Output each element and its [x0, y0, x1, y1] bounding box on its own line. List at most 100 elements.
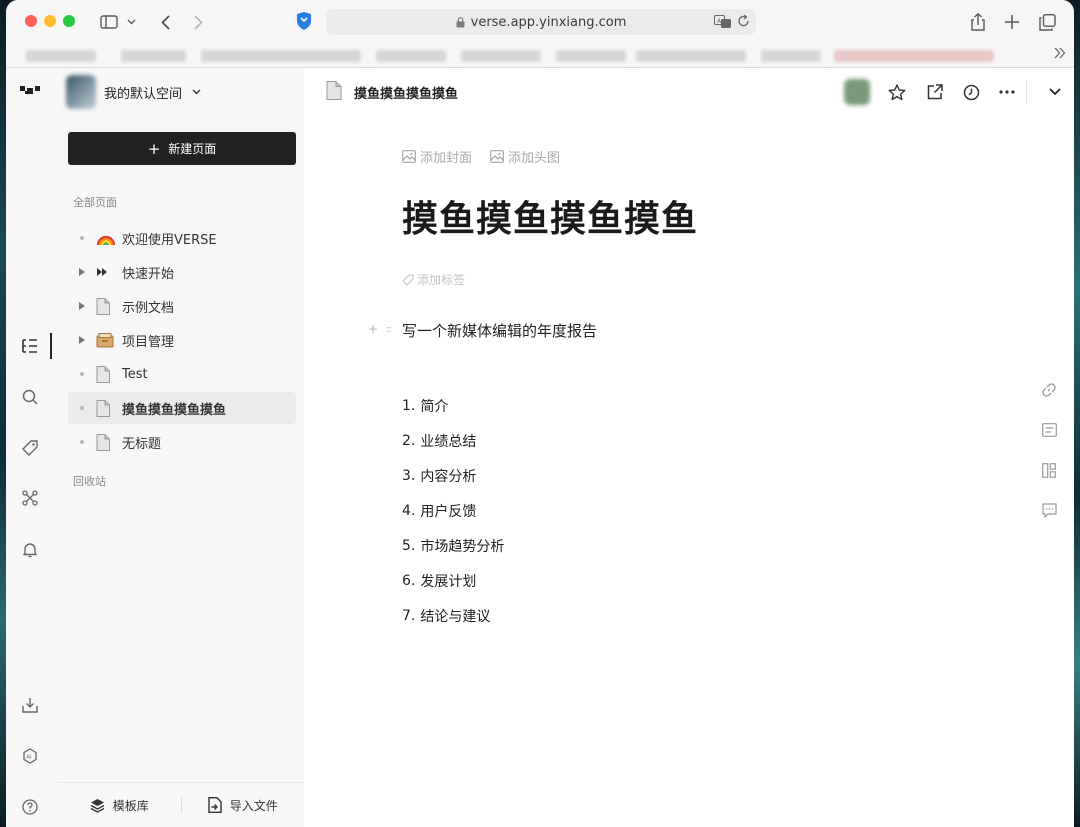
- star-icon[interactable]: [885, 80, 909, 104]
- table-of-contents-icon[interactable]: [1040, 421, 1058, 439]
- layers-icon: [90, 798, 105, 813]
- more-options-icon[interactable]: [995, 80, 1019, 104]
- history-icon[interactable]: [959, 80, 983, 104]
- add-cover-button[interactable]: 添加封面: [402, 147, 472, 166]
- ordered-list: 1. 简介 2. 业绩总结 3. 内容分析 4. 用户反馈 5. 市场趋势分析 6. 发展计…: [402, 388, 504, 633]
- bookmark-item[interactable]: [121, 50, 186, 62]
- download-icon[interactable]: [19, 694, 41, 716]
- tab-overview-icon[interactable]: [1037, 10, 1057, 34]
- translate-icon[interactable]: A: [714, 15, 732, 33]
- list-number: 2.: [402, 432, 416, 449]
- tree-item-label: Test: [122, 366, 148, 382]
- comment-icon[interactable]: [1040, 501, 1058, 519]
- document-icon: [96, 297, 122, 315]
- list-item[interactable]: 5. 市场趋势分析: [402, 528, 504, 563]
- add-tag-button[interactable]: 添加标签: [402, 271, 465, 288]
- tree-item-quickstart[interactable]: 快速开始: [68, 256, 296, 288]
- import-file-label: 导入文件: [229, 798, 278, 813]
- tag-icon[interactable]: [19, 437, 41, 459]
- expand-triangle-icon[interactable]: [68, 302, 96, 310]
- url-text: verse.app.yinxiang.com: [470, 14, 627, 30]
- list-number: 6.: [402, 572, 416, 589]
- forward-icon[interactable]: [189, 10, 207, 34]
- add-block-icon[interactable]: +: [368, 322, 378, 336]
- list-item[interactable]: 7. 结论与建议: [402, 598, 504, 633]
- drag-handle-icon[interactable]: ::: [386, 324, 392, 335]
- list-number: 5.: [402, 537, 416, 554]
- ai-icon[interactable]: AI: [19, 745, 41, 767]
- block-handle[interactable]: + ::: [368, 322, 392, 336]
- card-box-icon: [96, 332, 122, 348]
- bookmark-item[interactable]: [761, 50, 821, 62]
- list-item[interactable]: 3. 内容分析: [402, 458, 504, 493]
- document-title[interactable]: 摸鱼摸鱼摸鱼摸鱼: [402, 190, 698, 242]
- logo-icon[interactable]: [19, 80, 41, 102]
- workspace-switcher[interactable]: 我的默认空间: [66, 74, 201, 110]
- tree-item-project-management[interactable]: 项目管理: [68, 324, 296, 356]
- zoom-window-button[interactable]: [63, 15, 75, 27]
- bookmark-item[interactable]: [834, 50, 994, 62]
- tree-item-untitled[interactable]: 无标题: [68, 426, 296, 458]
- expand-triangle-icon[interactable]: [68, 336, 96, 344]
- chevron-down-icon[interactable]: [1043, 80, 1067, 104]
- document-icon: [326, 81, 342, 104]
- tree-item-label: 欢迎使用VERSE: [122, 232, 217, 248]
- lock-icon: [456, 16, 465, 28]
- paragraph-block[interactable]: 写一个新媒体编辑的年度报告: [402, 320, 597, 341]
- sidebar-toggle-icon[interactable]: [98, 10, 120, 34]
- expand-triangle-icon[interactable]: [68, 268, 96, 276]
- bookmarks-bar: [6, 44, 1074, 68]
- graph-icon[interactable]: [19, 487, 41, 509]
- share-icon[interactable]: [968, 10, 988, 34]
- chevron-down-icon[interactable]: [124, 10, 138, 34]
- bookmark-item[interactable]: [376, 50, 446, 62]
- back-icon[interactable]: [156, 10, 174, 34]
- bookmark-item[interactable]: [201, 50, 361, 62]
- bookmark-item[interactable]: [461, 50, 541, 62]
- list-text: 发展计划: [420, 573, 477, 590]
- help-icon[interactable]: [19, 796, 41, 818]
- import-file-button[interactable]: 导入文件: [182, 797, 305, 814]
- list-item[interactable]: 6. 发展计划: [402, 563, 504, 598]
- sidebar-footer: 模板库 导入文件: [58, 782, 304, 827]
- tree-item-sample-docs[interactable]: 示例文档: [68, 290, 296, 322]
- image-icon: [490, 150, 504, 163]
- bookmarks-overflow-icon[interactable]: [1054, 47, 1066, 63]
- add-header-image-button[interactable]: 添加头图: [490, 147, 560, 166]
- search-icon[interactable]: [19, 386, 41, 408]
- tree-item-welcome[interactable]: 欢迎使用VERSE: [68, 222, 296, 254]
- document-icon: [96, 399, 122, 417]
- import-icon: [208, 797, 222, 813]
- breadcrumb-title[interactable]: 摸鱼摸鱼摸鱼摸鱼: [354, 83, 458, 102]
- layout-icon[interactable]: [1040, 461, 1058, 479]
- shield-extension-icon[interactable]: [296, 12, 312, 34]
- bookmark-item[interactable]: [556, 50, 626, 62]
- new-tab-icon[interactable]: [1002, 10, 1022, 34]
- bookmark-item[interactable]: [636, 50, 746, 62]
- list-item[interactable]: 1. 简介: [402, 388, 504, 423]
- rail-active-indicator: [50, 333, 52, 359]
- open-external-icon[interactable]: [923, 80, 947, 104]
- tree-bullet: [68, 372, 96, 376]
- image-icon: [402, 150, 416, 163]
- close-window-button[interactable]: [25, 15, 37, 27]
- trash-link[interactable]: 回收站: [73, 473, 106, 489]
- outline-icon[interactable]: [19, 335, 41, 357]
- template-library-button[interactable]: 模板库: [58, 797, 181, 814]
- editor-pane: 摸鱼摸鱼摸鱼摸鱼 添加封面 添加头图 摸鱼摸鱼摸鱼摸鱼 添加标签 +:: 写一…: [304, 68, 1074, 827]
- bell-icon[interactable]: [19, 539, 41, 561]
- minimize-window-button[interactable]: [44, 15, 56, 27]
- collaborator-avatar[interactable]: [844, 79, 870, 105]
- new-page-button[interactable]: + 新建页面: [68, 132, 296, 165]
- list-item[interactable]: 2. 业绩总结: [402, 423, 504, 458]
- bookmark-item[interactable]: [26, 50, 96, 62]
- tree-item-label: 无标题: [122, 436, 162, 452]
- reload-icon[interactable]: [737, 14, 750, 32]
- browser-window: verse.app.yinxiang.com A AI 我的默认空间 + 新建页…: [6, 0, 1074, 827]
- list-item[interactable]: 4. 用户反馈: [402, 493, 504, 528]
- tree-item-test[interactable]: Test: [68, 358, 296, 390]
- tree-bullet: [68, 406, 96, 410]
- tree-item-current-doc[interactable]: 摸鱼摸鱼摸鱼摸鱼: [68, 392, 296, 424]
- link-icon[interactable]: [1040, 381, 1058, 399]
- address-bar[interactable]: verse.app.yinxiang.com A: [326, 9, 756, 35]
